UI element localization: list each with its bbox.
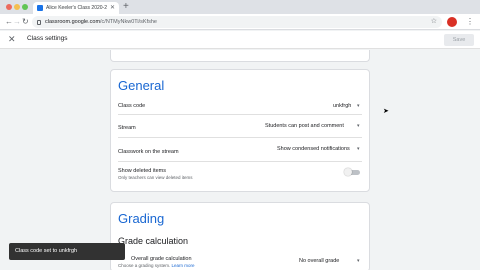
stream-label: Stream bbox=[118, 125, 136, 131]
address-bar[interactable]: classroom.google.com/c/NTMyNkw0Ti/sKfshe… bbox=[32, 16, 442, 28]
show-deleted-description: Only teachers can view deleted items bbox=[118, 175, 193, 180]
reload-icon[interactable]: ↻ bbox=[22, 16, 29, 28]
stream-select[interactable]: Students can post and comment bbox=[265, 123, 344, 129]
browser-menu-icon[interactable]: ⋮ bbox=[466, 16, 474, 28]
class-code-value: unkfrgh bbox=[333, 103, 352, 109]
classroom-favicon-icon bbox=[37, 5, 43, 11]
overall-grade-description: Choose a grading system. Learn more bbox=[118, 263, 195, 268]
learn-more-link[interactable]: Learn more bbox=[172, 263, 195, 268]
page-title: Class settings bbox=[27, 35, 68, 42]
maximize-window-icon[interactable] bbox=[22, 4, 28, 10]
show-deleted-label: Show deleted items bbox=[118, 168, 166, 174]
classwork-stream-select[interactable]: Show condensed notifications bbox=[277, 146, 350, 152]
class-code-menu-icon[interactable]: ▾ bbox=[357, 103, 360, 109]
chevron-down-icon[interactable]: ▾ bbox=[357, 258, 360, 264]
forward-arrow-icon[interactable]: → bbox=[13, 16, 21, 28]
classwork-stream-label: Classwork on the stream bbox=[118, 149, 179, 155]
grading-card: Grading Grade calculation Overall grade … bbox=[110, 202, 370, 270]
browser-toolbar: ← → ↻ classroom.google.com/c/NTMyNkw0Ti/… bbox=[0, 14, 480, 30]
chevron-down-icon[interactable]: ▾ bbox=[357, 146, 360, 152]
lock-icon bbox=[37, 19, 41, 25]
bookmark-star-icon[interactable]: ☆ bbox=[431, 17, 437, 25]
class-code-label: Class code bbox=[118, 103, 146, 109]
close-window-icon[interactable] bbox=[6, 4, 12, 10]
overall-grade-label: Overall grade calculation bbox=[131, 256, 192, 262]
profile-avatar-icon[interactable] bbox=[447, 17, 457, 27]
overall-grade-select[interactable]: No overall grade bbox=[299, 258, 339, 264]
back-arrow-icon[interactable]: ← bbox=[5, 16, 13, 28]
minimize-window-icon[interactable] bbox=[14, 4, 20, 10]
general-heading: General bbox=[118, 78, 165, 93]
close-icon[interactable]: ✕ bbox=[8, 34, 16, 45]
grading-heading: Grading bbox=[118, 211, 165, 226]
tab-title: Alice Keeler's Class 2020-2 bbox=[46, 5, 107, 11]
app-header: ✕ Class settings Save bbox=[0, 31, 480, 49]
browser-tab[interactable]: Alice Keeler's Class 2020-2 ✕ bbox=[33, 2, 119, 14]
grade-calculation-heading: Grade calculation bbox=[118, 236, 189, 246]
tab-close-icon[interactable]: ✕ bbox=[110, 5, 115, 11]
snackbar: Class code set to unkfrgh bbox=[9, 243, 125, 260]
new-tab-icon[interactable]: + bbox=[123, 1, 129, 13]
mouse-cursor-icon: ➤ bbox=[383, 108, 389, 115]
divider bbox=[118, 114, 362, 115]
save-button[interactable]: Save bbox=[444, 34, 474, 46]
chevron-down-icon[interactable]: ▾ bbox=[357, 123, 360, 129]
url-text: classroom.google.com/c/NTMyNkw0Ti/sKfshe bbox=[45, 19, 157, 25]
toggle-knob[interactable] bbox=[344, 168, 352, 176]
class-details-card bbox=[110, 50, 370, 62]
divider bbox=[118, 161, 362, 162]
general-card: General Class code unkfrgh ▾ Stream Stud… bbox=[110, 69, 370, 192]
divider bbox=[118, 137, 362, 138]
browser-tab-strip: Alice Keeler's Class 2020-2 ✕ + bbox=[0, 0, 480, 14]
